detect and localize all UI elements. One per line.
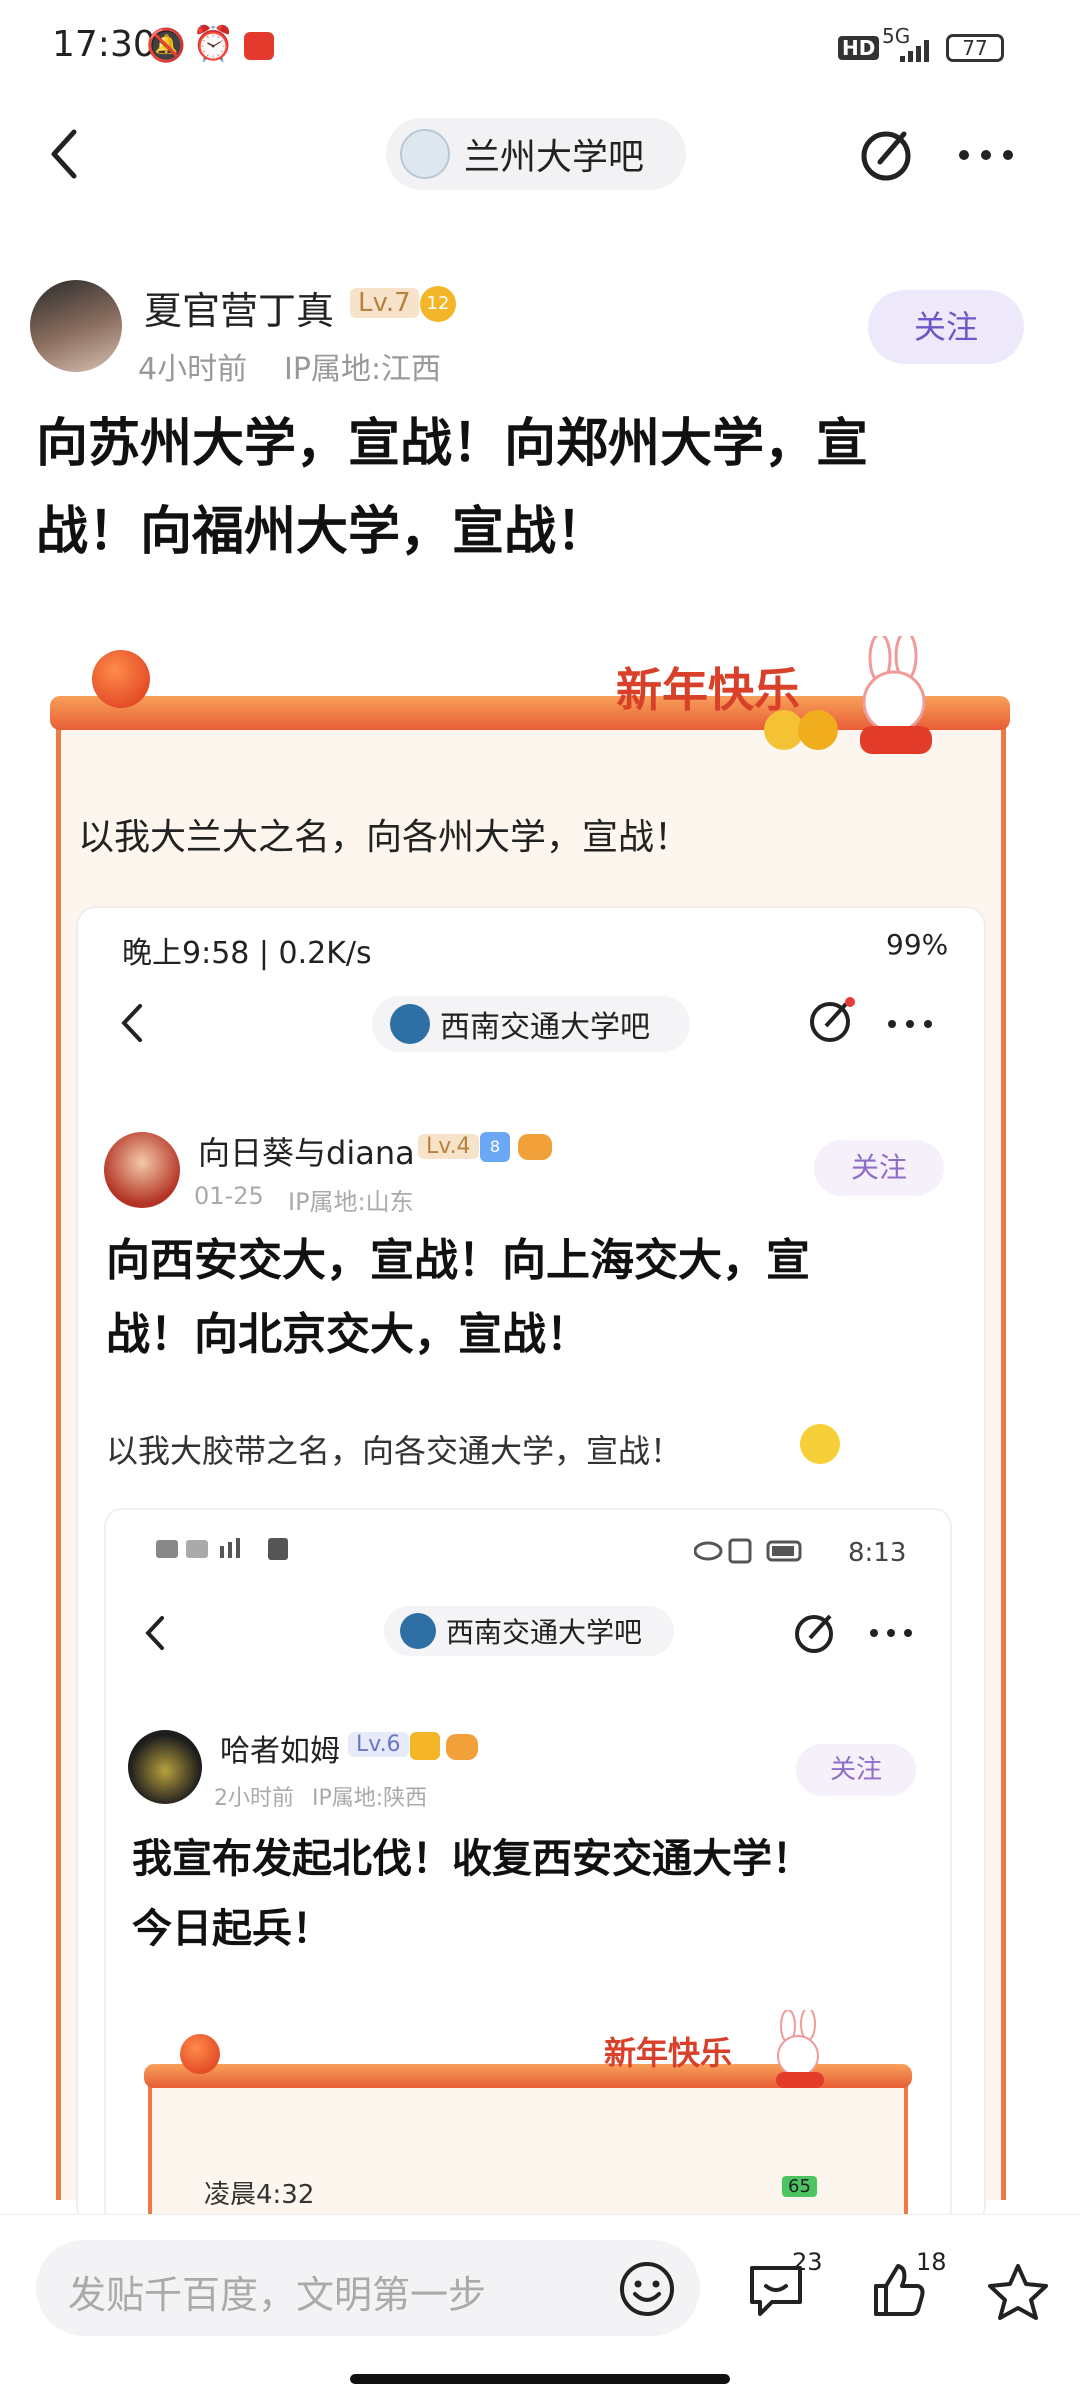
shot1-body: 以我大胶带之名，向各交通大学，宣战！ [106, 1432, 683, 1470]
shot2-title-line-1: 我宣布发起北伐！收复西安交通大学！ [132, 1836, 812, 1882]
alarm-icon: ⏰ [192, 24, 235, 64]
back-icon[interactable] [44, 124, 84, 184]
reply-input-placeholder: 发贴千百度，文明第一步 [68, 2273, 487, 2317]
hd-icon: HD [838, 36, 880, 60]
post-title: 向苏州大学，宣战！向郑州大学，宣 战！向福州大学，宣战！ [36, 400, 1046, 576]
reply-input[interactable]: 发贴千百度，文明第一步 [36, 2240, 700, 2336]
shot2-title: 我宣布发起北伐！收复西安交通大学！ 今日起兵！ [132, 1824, 932, 1964]
status-time: 17:30 [52, 24, 156, 65]
post-title-line-2: 战！向福州大学，宣战！ [36, 502, 609, 562]
edit-post-icon[interactable] [858, 124, 918, 184]
shot1-more-icon [886, 1014, 936, 1034]
shot1-forum-name: 西南交通大学吧 [440, 1010, 650, 1045]
shot2-edit-icon [792, 1610, 838, 1656]
shot1-forum-chip: 西南交通大学吧 [372, 996, 690, 1052]
follow-button[interactable]: 关注 [868, 290, 1024, 364]
shot1-avatar [104, 1132, 180, 1208]
shot1-time: 01-25 [194, 1182, 264, 1210]
shot3-status-time: 凌晨4:32 [204, 2180, 315, 2210]
battery-level: 77 [962, 36, 988, 60]
shot2-author: 哈者如姆 [220, 1734, 340, 1769]
shot1-status-time: 晚上9:58 | 0.2K/s [122, 936, 372, 971]
shot1-author: 向日葵与diana [198, 1134, 415, 1172]
shot2-follow-button: 关注 [796, 1744, 916, 1796]
shot1-edit-icon [806, 996, 856, 1046]
shot2-lantern-icon [180, 2034, 220, 2074]
shot2-more-icon [868, 1624, 914, 1642]
shot1-forum-logo-icon [390, 1004, 430, 1044]
shot1-title: 向西安交大，宣战！向上海交大，宣 战！向北京交大，宣战！ [106, 1224, 966, 1372]
shot1-game-badge-icon [518, 1134, 552, 1160]
forum-name: 兰州大学吧 [464, 137, 645, 178]
status-bar: 17:30 🔕 ⏰ HD 5G 77 [0, 0, 1080, 100]
shot1-follow-label: 关注 [850, 1151, 907, 1184]
shot1-title-line-1: 向西安交大，宣战！向上海交大，宣 [106, 1235, 810, 1286]
shot2-follow-label: 关注 [829, 1755, 882, 1785]
vip-diamond-number: 12 [426, 293, 450, 314]
shot1-diamond-number: 8 [489, 1137, 501, 1156]
home-indicator [350, 2374, 730, 2384]
shot1-ip: IP属地:山东 [288, 1188, 414, 1216]
shot3-battery: 65 [782, 2176, 817, 2197]
shot2-ip: IP属地:陕西 [312, 1786, 428, 1811]
vip-diamond-icon: 12 [420, 286, 456, 322]
shot2-banner: 新年快乐 [604, 2034, 733, 2072]
like-button[interactable]: 18 [868, 2248, 958, 2328]
shot1-back-icon [118, 1000, 148, 1046]
post-time: 4小时前 [138, 352, 248, 387]
avatar[interactable] [30, 280, 122, 372]
shot2-status-time: 8:13 [848, 1538, 907, 1568]
shot2-title-line-2: 今日起兵！ [132, 1906, 332, 1952]
signal-icon [900, 40, 936, 62]
author-name[interactable]: 夏官营丁真 [144, 280, 334, 335]
shot2-time: 2小时前 [214, 1786, 294, 1811]
post-ip: IP属地:江西 [284, 352, 442, 387]
shot2-status-icons [693, 1538, 804, 1564]
shot2-rabbit-icon [760, 2007, 840, 2090]
shot2-forum-chip: 西南交通大学吧 [384, 1606, 674, 1656]
more-options-icon[interactable] [956, 140, 1016, 170]
like-count: 18 [916, 2248, 947, 2276]
shot2-diamond-icon [410, 1732, 440, 1760]
emoji-icon[interactable] [618, 2260, 676, 2318]
post-body: 以我大兰大之名，向各州大学，宣战！ [78, 817, 691, 858]
shot1-smile-emoji-icon [800, 1424, 840, 1464]
forum-logo-icon [400, 129, 450, 179]
battery-icon: 77 [946, 34, 1004, 62]
forum-chip[interactable]: 兰州大学吧 [386, 118, 686, 190]
shot2-game-badge-icon [446, 1734, 478, 1760]
shot2-back-icon [142, 1612, 170, 1654]
shot2-level: Lv.6 [348, 1732, 409, 1757]
gold-coins-icon [762, 708, 842, 752]
shot2-forum-logo-icon [400, 1613, 436, 1649]
shot2-avatar [128, 1730, 202, 1804]
shot2-forum-name: 西南交通大学吧 [446, 1616, 643, 1649]
shot1-level: Lv.4 [418, 1134, 479, 1159]
shot1-diamond-icon: 8 [480, 1132, 510, 1162]
mute-bell-icon: 🔕 [146, 26, 186, 64]
shot1-battery: 99% [886, 928, 949, 961]
app-notification-icon [244, 32, 274, 60]
level-badge: Lv.7 [350, 288, 419, 318]
favorite-star-icon[interactable] [986, 2260, 1050, 2324]
follow-label: 关注 [913, 308, 978, 346]
lantern-icon [92, 650, 150, 708]
shot1-follow-button: 关注 [814, 1140, 944, 1196]
shot1-title-line-2: 战！向北京交大，宣战！ [106, 1309, 590, 1360]
rabbit-decoration-icon [840, 630, 948, 756]
comment-button[interactable]: 23 [746, 2248, 836, 2328]
post-title-line-1: 向苏州大学，宣战！向郑州大学，宣 [36, 414, 869, 474]
comment-count: 23 [792, 2248, 823, 2276]
shot2-signal-icons [156, 1534, 316, 1564]
